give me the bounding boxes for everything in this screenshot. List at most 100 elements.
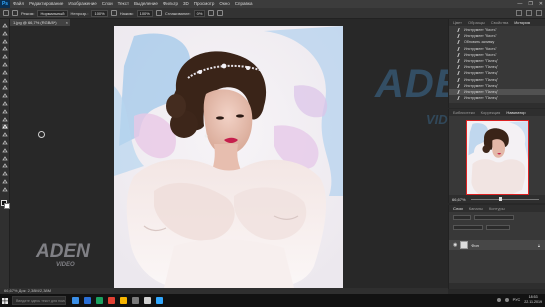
blend-mode-dropdown[interactable] <box>453 224 483 230</box>
zoom-slider-handle[interactable] <box>498 196 502 201</box>
navigator-thumbnail[interactable] <box>466 120 529 195</box>
lock-icon[interactable]: 🔒︎ <box>538 243 540 248</box>
panel-tab[interactable]: Свойства <box>491 20 509 25</box>
photoshop-logo[interactable]: Ps <box>0 0 10 8</box>
pen-tool-icon[interactable] <box>2 140 8 145</box>
panel-tab[interactable]: Цвет <box>453 20 462 25</box>
history-brush-tool-icon[interactable] <box>2 101 8 106</box>
language-indicator[interactable]: РУС <box>513 298 521 302</box>
panel-tab[interactable]: Навигатор <box>506 110 525 115</box>
taskbar-search-input[interactable]: Введите здесь текст для поиска <box>12 296 66 305</box>
watermark-small: ADEN <box>36 241 90 262</box>
menu-item[interactable]: 3D <box>183 0 189 8</box>
eraser-tool-icon[interactable] <box>2 109 8 114</box>
document-canvas[interactable] <box>114 26 343 288</box>
windows-start-icon[interactable] <box>0 294 10 307</box>
clock[interactable]: 18:53 22.11.2019 <box>524 295 542 304</box>
eyedropper-tool-icon[interactable] <box>2 70 8 75</box>
media-icon[interactable] <box>144 297 151 304</box>
mode-dropdown[interactable]: Нормальный <box>37 9 68 17</box>
panel-tab[interactable]: Контуры <box>489 206 505 211</box>
minimize-icon[interactable]: — <box>517 0 522 8</box>
opacity-field[interactable]: 100% <box>91 9 108 17</box>
panel-tab[interactable]: Коррекция <box>481 110 501 115</box>
document-tab[interactable]: 1.jpg @ 66,7% (RGB/8*) × <box>10 19 70 26</box>
menu-item[interactable]: Редактирование <box>29 0 63 8</box>
smudge-tool-icon[interactable] <box>2 124 8 130</box>
chrome-icon[interactable] <box>96 297 103 304</box>
close-icon[interactable]: ✕ <box>539 0 543 8</box>
panel-tab[interactable]: Образцы <box>468 20 485 25</box>
panel-tab[interactable]: Каналы <box>469 206 483 211</box>
dodge-tool-icon[interactable] <box>2 132 8 137</box>
brush-preset-icon[interactable] <box>12 10 18 16</box>
marquee-tool-icon[interactable] <box>2 31 8 36</box>
panel-tab[interactable]: История <box>514 20 530 25</box>
folder-icon[interactable] <box>120 297 127 304</box>
crop-tool-icon[interactable] <box>2 54 8 59</box>
menu-item[interactable]: Фильтр <box>163 0 178 8</box>
navigator-zoom-slider[interactable] <box>470 196 539 201</box>
menu-item[interactable]: Выделение <box>134 0 158 8</box>
layer-opacity-field[interactable] <box>486 224 510 230</box>
eye-icon[interactable]: ◉ <box>453 242 457 248</box>
menu-item[interactable]: Текст <box>118 0 129 8</box>
frame-tool-icon[interactable] <box>2 62 8 67</box>
menu-item[interactable]: Справка <box>235 0 253 8</box>
photoshop-taskbar-icon[interactable] <box>156 297 163 304</box>
menu-item[interactable]: Просмотр <box>194 0 215 8</box>
menu-item[interactable]: Файл <box>13 0 24 8</box>
opacity-label: Непрозр.: <box>70 10 89 16</box>
tool-preset-icon[interactable] <box>3 10 9 16</box>
brush-icon <box>457 40 462 45</box>
settings-gear-icon[interactable] <box>208 10 215 16</box>
hand-tool-icon[interactable] <box>2 171 8 176</box>
rectangle-tool-icon[interactable] <box>2 163 8 168</box>
healing-brush-tool-icon[interactable] <box>2 77 8 83</box>
flow-field[interactable]: 100% <box>136 9 153 17</box>
gradient-tool-icon[interactable] <box>2 116 8 122</box>
history-item-label: Инструмент "Палец" <box>464 89 499 94</box>
layer-row[interactable]: ◉ Фон 🔒︎ <box>449 240 545 250</box>
system-tray: РУС 18:53 22.11.2019 <box>496 295 542 304</box>
type-tool-icon[interactable] <box>2 148 8 153</box>
brush-tool-icon[interactable] <box>2 85 8 90</box>
task-view-icon[interactable] <box>72 297 79 304</box>
opera-icon[interactable] <box>108 297 115 304</box>
network-icon[interactable] <box>496 297 501 302</box>
window-controls: — ❐ ✕ <box>517 0 543 8</box>
zoom-tool-icon[interactable] <box>2 179 8 184</box>
volume-icon[interactable] <box>504 297 509 302</box>
menu-items: Файл Редактирование Изображение Слои Текст Вы… <box>13 0 252 8</box>
smoothing-field[interactable]: 0% <box>193 9 206 17</box>
workspace-icon[interactable] <box>526 10 532 16</box>
menu-item[interactable]: Окно <box>219 0 229 8</box>
menu-item[interactable]: Слои <box>102 0 113 8</box>
close-icon[interactable]: × <box>66 19 68 26</box>
path-select-tool-icon[interactable] <box>2 155 8 161</box>
lasso-tool-icon[interactable] <box>2 38 8 44</box>
history-panel-tabs: Цвет Образцы Свойства История <box>449 19 545 26</box>
layers-footer <box>449 283 545 289</box>
history-item[interactable]: Инструмент "Палец" <box>449 95 545 101</box>
layer-kind-filter[interactable] <box>453 214 471 220</box>
pressure-opacity-icon[interactable] <box>110 10 117 16</box>
share-icon[interactable] <box>536 10 542 16</box>
panel-tab[interactable]: Слои <box>453 206 463 211</box>
move-tool-icon[interactable] <box>2 23 8 28</box>
clone-stamp-tool-icon[interactable] <box>2 93 8 98</box>
airbrush-icon[interactable] <box>155 10 162 16</box>
layer-filter-icons[interactable] <box>474 214 514 220</box>
history-item-label: Инструмент "Кисть" <box>464 28 497 33</box>
color-swatches[interactable] <box>1 200 10 209</box>
panel-tab[interactable]: Библиотеки <box>453 110 475 115</box>
navigator-zoom-value[interactable]: 66,67% <box>452 197 466 202</box>
edge-icon[interactable] <box>84 297 91 304</box>
quick-select-tool-icon[interactable] <box>2 46 8 51</box>
steam-icon[interactable] <box>132 297 139 304</box>
menu-item[interactable]: Изображение <box>68 0 96 8</box>
edit-toolbar-icon[interactable] <box>2 187 8 192</box>
maximize-icon[interactable]: ❐ <box>528 0 532 8</box>
symmetry-icon[interactable] <box>217 10 224 16</box>
search-icon[interactable] <box>516 10 522 16</box>
